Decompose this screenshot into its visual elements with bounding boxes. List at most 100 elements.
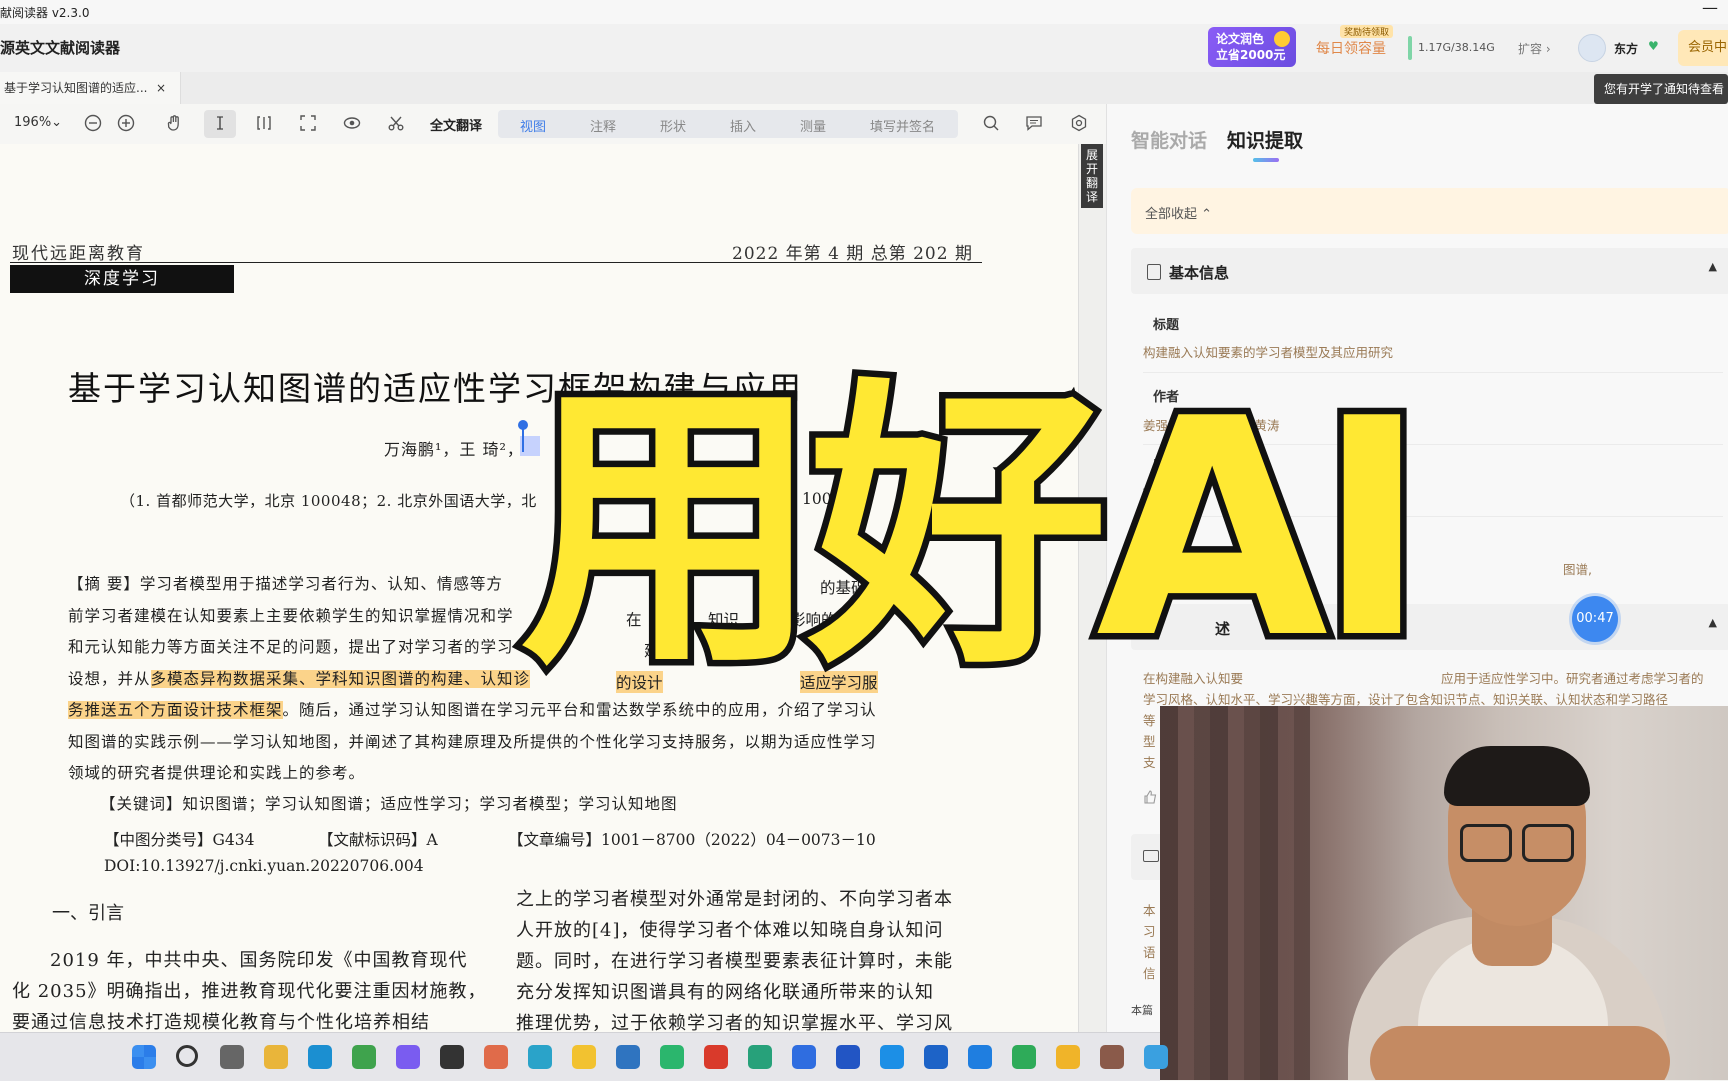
hand-tool-icon[interactable] [166, 114, 184, 132]
paint-icon[interactable] [484, 1045, 508, 1069]
field-value-keywords-tail: 图谱, [1563, 562, 1592, 577]
article-number: 【文章编号】1001－8700（2022）04－0073－10 [508, 831, 876, 849]
reader-toolbar: 196%⌄ 全文翻译 视图 注释 形状 插入 测量 填写并签名 [0, 104, 1106, 145]
left-column-line-1: 2019 年，中共中央、国务院印发《中国教育现代 [50, 950, 468, 971]
intro-heading: 一、引言 [52, 903, 124, 924]
terminal-icon[interactable] [440, 1045, 464, 1069]
minimize-button[interactable]: — [1702, 0, 1718, 17]
vip-heart-icon: ♥ [1648, 39, 1659, 53]
paper-authors: 万海鹏¹，王 琦²， [384, 440, 524, 459]
shield-icon[interactable] [836, 1045, 860, 1069]
clc-number: 【中图分类号】G434 [104, 831, 255, 849]
pycharm-icon[interactable] [660, 1045, 684, 1069]
zoom-select[interactable]: 196%⌄ [14, 115, 62, 130]
globe-icon[interactable] [528, 1045, 552, 1069]
screen-app-icon[interactable] [1012, 1045, 1036, 1069]
tab-insert[interactable]: 插入 [730, 116, 756, 135]
document-code: 【文献标识码】A [318, 831, 438, 849]
abstract-line-6: 知图谱的实践示例——学习认知地图，并阐述了其构建原理及所提供的个性化学习支持服务… [68, 733, 877, 751]
tab-smart-chat[interactable]: 智能对话 [1131, 126, 1207, 153]
fullscreen-icon[interactable] [299, 114, 317, 132]
keywords: 【关键词】知识图谱；学习认知图谱；适应性学习；学习者模型；学习认知地图 [100, 795, 678, 813]
close-tab-icon[interactable]: × [156, 72, 166, 104]
avatar-app-icon[interactable] [1100, 1045, 1124, 1069]
tab-measure[interactable]: 测量 [800, 116, 826, 135]
basic-info-header[interactable]: 基本信息 ▲ [1131, 248, 1728, 294]
chrome-icon[interactable] [1056, 1045, 1080, 1069]
comment-icon[interactable] [1025, 114, 1043, 132]
reader-app-icon[interactable] [748, 1045, 772, 1069]
document-tab-label: 基于学习认知图谱的适应... [4, 81, 148, 95]
settings-icon[interactable] [1070, 114, 1088, 132]
document-tab-bar: 基于学习认知图谱的适应... × 您有开学了通知待查看 [0, 72, 1728, 104]
collapse-caret-icon[interactable]: ▲ [1709, 260, 1717, 273]
paper-affiliation: （1. 首都师范大学，北京 100048；2. 北京外国语大学，北 [120, 492, 537, 510]
user-name[interactable]: 东方 [1614, 40, 1638, 57]
member-center-button[interactable]: 会员中 [1678, 30, 1728, 66]
right-column-line-2: 人开放的[4]，使得学习者个体难以知晓自身认知问 [516, 920, 944, 941]
collapse-caret-icon[interactable]: ▲ [1709, 616, 1717, 629]
coin-icon [1274, 31, 1290, 47]
overlay-title: 用好AI [514, 355, 1435, 704]
tab-knowledge-extract[interactable]: 知识提取 [1227, 126, 1303, 153]
zoom-in-icon[interactable] [117, 114, 135, 132]
tab-fill-sign[interactable]: 填写并签名 [870, 116, 935, 135]
tab-annotate[interactable]: 注释 [590, 116, 616, 135]
tab-view[interactable]: 视图 [520, 116, 546, 135]
thumbs-up-icon[interactable] [1143, 790, 1157, 804]
journal-name: 现代远距离教育 [12, 244, 145, 264]
right-column-line-1: 之上的学习者模型对外通常是封闭的、不向学习者本 [516, 889, 953, 910]
edge-icon[interactable] [308, 1045, 332, 1069]
vscode-icon[interactable] [616, 1045, 640, 1069]
file-explorer-icon[interactable] [264, 1045, 288, 1069]
title-bar: 献阅读器 v2.3.0 — [0, 0, 1728, 24]
expand-translation-button[interactable]: 展开翻译 [1081, 144, 1103, 208]
text-cursor-icon [217, 116, 223, 130]
task-view-icon[interactable] [220, 1045, 244, 1069]
kite-app-icon[interactable] [968, 1045, 992, 1069]
diamond-app-icon[interactable] [880, 1045, 904, 1069]
notification-toast[interactable]: 您有开学了通知待查看 [1594, 74, 1728, 104]
app-header: 源英文文献阅读器 论文润色 立省2000元 奖励待领取 每日领容量 1.17G/… [0, 24, 1728, 73]
glasses-left-lens [1460, 824, 1512, 862]
highlight-text-1[interactable]: 多模态异构数据采集、学科知识图谱的构建、认知诊 [150, 670, 531, 688]
recording-timer[interactable]: 00:47 [1572, 596, 1618, 642]
promo-line-2: 立省2000元 [1216, 48, 1286, 62]
bird-app-icon[interactable] [924, 1045, 948, 1069]
windows-taskbar [0, 1032, 1168, 1081]
zoom-out-icon[interactable] [84, 114, 102, 132]
journal-issue: 2022 年第 4 期 总第 202 期 [732, 244, 973, 264]
split-view-icon[interactable] [255, 114, 273, 132]
scissors-icon[interactable] [387, 114, 405, 132]
user-avatar[interactable] [1578, 34, 1606, 62]
abstract-line-7: 领域的研究者提供理论和实践上的参考。 [68, 764, 366, 782]
search-icon[interactable] [982, 114, 1000, 132]
app-name: 源英文文献阅读器 [0, 39, 121, 57]
wps-icon[interactable] [704, 1045, 728, 1069]
left-column-line-2: 化 2035》明确指出，推进教育现代化要注重因材施教， [12, 981, 487, 1002]
search-icon[interactable] [176, 1045, 198, 1067]
drive-icon[interactable] [352, 1045, 376, 1069]
highlight-text-2[interactable]: 务推送五个方面设计技术框架 [68, 701, 283, 719]
summary-line-1-right: 应用于适应性学习中。研究者通过考虑学习者的 [1441, 671, 1704, 686]
expand-storage-link[interactable]: 扩容 › [1518, 40, 1551, 57]
full-translate-button[interactable]: 全文翻译 [430, 115, 482, 134]
sticky-notes-icon[interactable] [572, 1045, 596, 1069]
extra-app-icon[interactable] [1144, 1045, 1168, 1069]
panel-footer-text: 本篇 [1131, 1004, 1153, 1017]
mail-icon[interactable] [792, 1045, 816, 1069]
tab-shape[interactable]: 形状 [660, 116, 686, 135]
polish-promo-button[interactable]: 论文润色 立省2000元 [1208, 27, 1296, 67]
eye-care-icon[interactable] [343, 114, 361, 132]
collapse-all-bar[interactable]: 全部收起 ⌃ [1131, 188, 1728, 234]
document-icon [1147, 264, 1161, 280]
copilot-icon[interactable] [396, 1045, 420, 1069]
document-tab[interactable]: 基于学习认知图谱的适应... × [0, 72, 181, 104]
active-tab-indicator [1253, 158, 1279, 162]
storage-icon [1408, 36, 1412, 60]
left-column-line-3: 要通过信息技术打造规模化教育与个性化培养相结 [12, 1012, 430, 1032]
windows-start-icon[interactable] [132, 1045, 156, 1069]
presenter-hair [1444, 746, 1590, 806]
daily-capacity-button[interactable]: 每日领容量 [1316, 38, 1386, 58]
header-rule [10, 262, 982, 263]
